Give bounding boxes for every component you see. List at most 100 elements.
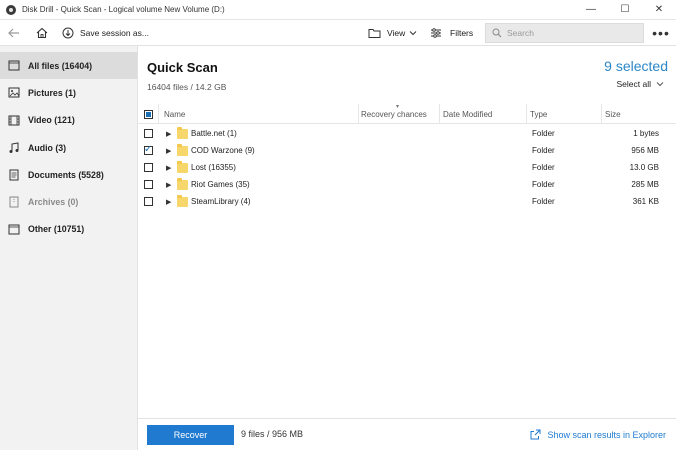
window-title: Disk Drill - Quick Scan - Logical volume… <box>22 5 225 14</box>
file-name: Riot Games (35) <box>191 180 250 189</box>
expand-arrow-icon[interactable]: ▶ <box>166 125 171 142</box>
view-label: View <box>387 28 406 38</box>
title-bar: Disk Drill - Quick Scan - Logical volume… <box>0 0 676 20</box>
file-size: 13.0 GB <box>629 163 659 172</box>
chevron-down-icon <box>656 82 664 87</box>
window-controls: — ☐ ✕ <box>574 0 676 20</box>
file-size: 285 MB <box>631 180 659 189</box>
file-size: 1 bytes <box>633 129 659 138</box>
checkbox-partial-icon <box>144 109 153 119</box>
music-icon <box>8 141 20 154</box>
expand-arrow-icon[interactable]: ▶ <box>166 142 171 159</box>
sidebar-item-documents[interactable]: Documents (5528) <box>0 161 137 188</box>
column-divider[interactable] <box>439 104 440 124</box>
minimize-button[interactable]: — <box>574 0 608 20</box>
expand-arrow-icon[interactable]: ▶ <box>166 176 171 193</box>
toolbar: Save session as... View Filters ••• <box>0 20 676 46</box>
more-options-button[interactable]: ••• <box>650 20 672 46</box>
sidebar-item-label: Documents (5528) <box>28 169 104 180</box>
column-divider[interactable] <box>526 104 527 124</box>
checkbox-unchecked-icon <box>144 129 153 138</box>
sidebar-item-video[interactable]: Video (121) <box>0 107 137 134</box>
filters-button[interactable]: Filters <box>430 20 473 46</box>
file-size: 956 MB <box>631 146 659 155</box>
image-icon <box>8 87 20 99</box>
sidebar-item-audio[interactable]: Audio (3) <box>0 134 137 161</box>
column-header-name[interactable]: Name <box>164 104 185 124</box>
file-type: Folder <box>532 129 555 138</box>
table-row[interactable]: ✓ ▶ COD Warzone (9) Folder 956 MB <box>138 142 676 159</box>
main-panel: Quick Scan 16404 files / 14.2 GB 9 selec… <box>138 46 676 418</box>
footer-bar: Recover 9 files / 956 MB Show scan resul… <box>138 418 676 450</box>
table-row[interactable]: ▶ Lost (16355) Folder 13.0 GB <box>138 159 676 176</box>
view-menu-button[interactable]: View <box>368 20 417 46</box>
maximize-button[interactable]: ☐ <box>608 0 642 20</box>
file-type: Folder <box>532 163 555 172</box>
select-all-label: Select all <box>616 79 652 89</box>
disk-drill-logo-icon <box>6 4 16 15</box>
page-title: Quick Scan <box>147 60 218 75</box>
column-header-date-modified[interactable]: Date Modified <box>443 104 492 124</box>
selected-count: 9 selected <box>604 58 668 74</box>
show-in-explorer-link[interactable]: Show scan results in Explorer <box>530 429 666 440</box>
checkbox-checked-icon: ✓ <box>144 144 153 155</box>
sidebar-item-archives[interactable]: Archives (0) <box>0 188 137 215</box>
sidebar-item-pictures[interactable]: Pictures (1) <box>0 79 137 106</box>
table-row[interactable]: ▶ Riot Games (35) Folder 285 MB <box>138 176 676 193</box>
save-session-button[interactable]: Save session as... <box>56 20 155 46</box>
table-row[interactable]: ▶ SteamLibrary (4) Folder 361 KB <box>138 193 676 210</box>
expand-arrow-icon[interactable]: ▶ <box>166 193 171 210</box>
file-size: 361 KB <box>632 197 659 206</box>
table-row[interactable]: ▶ Battle.net (1) Folder 1 bytes <box>138 125 676 142</box>
column-header-size[interactable]: Size <box>605 104 621 124</box>
sidebar: All files (16404) Pictures (1) Video (12… <box>0 46 138 450</box>
show-in-explorer-label: Show scan results in Explorer <box>547 429 666 440</box>
home-button[interactable] <box>28 20 56 46</box>
folder-icon <box>177 125 188 142</box>
arrow-left-icon <box>8 28 19 37</box>
checkbox-unchecked-icon <box>144 197 153 206</box>
row-checkbox[interactable] <box>144 159 153 176</box>
column-header-type[interactable]: Type <box>530 104 547 124</box>
expand-arrow-icon[interactable]: ▶ <box>166 159 171 176</box>
column-divider[interactable] <box>358 104 359 124</box>
search-box[interactable] <box>485 23 644 43</box>
recover-button[interactable]: Recover <box>147 425 234 445</box>
search-input[interactable] <box>507 28 627 38</box>
file-type: Folder <box>532 146 555 155</box>
row-checkbox[interactable] <box>144 176 153 193</box>
scan-summary: 16404 files / 14.2 GB <box>147 82 227 92</box>
sidebar-item-all-files[interactable]: All files (16404) <box>0 52 137 80</box>
sidebar-item-label: Audio (3) <box>28 142 67 153</box>
checkbox-unchecked-icon <box>144 163 153 172</box>
row-checkbox[interactable] <box>144 193 153 210</box>
file-icon <box>8 60 20 72</box>
video-icon <box>8 114 20 126</box>
select-all-button[interactable]: Select all <box>617 79 665 89</box>
file-name: SteamLibrary (4) <box>191 197 251 206</box>
column-header-recovery-chances[interactable]: Recovery chances <box>361 104 427 124</box>
folder-icon <box>177 159 188 176</box>
close-button[interactable]: ✕ <box>642 0 676 20</box>
other-icon <box>8 223 20 235</box>
row-checkbox[interactable]: ✓ <box>144 142 153 159</box>
file-name: Lost (16355) <box>191 163 236 172</box>
selection-summary: 9 files / 956 MB <box>241 429 304 439</box>
file-name: COD Warzone (9) <box>191 146 255 155</box>
file-type: Folder <box>532 197 555 206</box>
home-icon <box>36 27 48 38</box>
column-divider[interactable] <box>601 104 602 124</box>
sidebar-item-other[interactable]: Other (10751) <box>0 216 137 243</box>
row-checkbox[interactable] <box>144 125 153 142</box>
folder-icon <box>177 142 188 159</box>
folder-outline-icon <box>368 29 381 38</box>
archive-icon <box>8 196 20 208</box>
back-button[interactable] <box>0 20 28 46</box>
sidebar-item-label: Other (10751) <box>28 224 85 235</box>
sidebar-item-label: Video (121) <box>28 115 75 126</box>
select-all-checkbox[interactable] <box>144 104 153 124</box>
filters-label: Filters <box>450 28 474 38</box>
file-name: Battle.net (1) <box>191 129 237 138</box>
table-header: Name ▾ Recovery chances Date Modified Ty… <box>138 104 676 124</box>
sidebar-item-label: Pictures (1) <box>28 87 76 98</box>
